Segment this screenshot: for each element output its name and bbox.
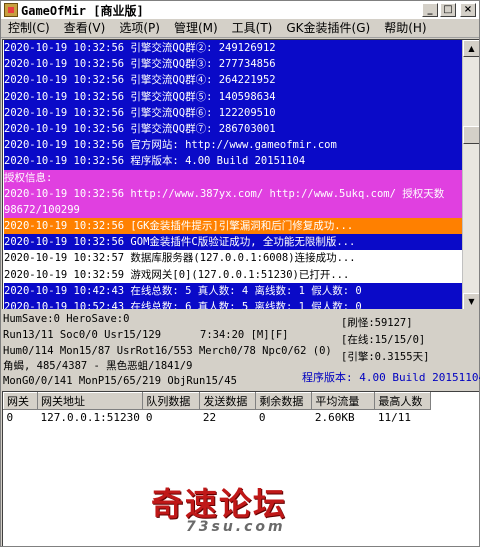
run-stats: Run13/11 Soc0/0 Usr15/129	[3, 329, 162, 341]
minimize-button[interactable]: _	[422, 3, 438, 17]
log-line: 授权信息:	[4, 169, 462, 186]
log-line: 2020-10-19 10:52:43 在线总数: 6 真人数: 5 离线数: …	[4, 299, 462, 309]
log-line: 2020-10-19 10:32:57 数据库服务器(127.0.0.1:600…	[4, 250, 462, 267]
cell-remaining-data: 0	[258, 411, 266, 425]
menu-manage[interactable]: 管理(M)	[167, 19, 225, 37]
cell-queue-data: 0	[145, 411, 153, 425]
log-panel[interactable]: 2020-10-19 10:32:56 引擎交流QQ群②: 249126912 2…	[2, 39, 479, 309]
col-gateway-address[interactable]: 网关地址	[36, 392, 144, 410]
server-time: 7:34:20 [M][F]	[200, 329, 289, 341]
menu-help[interactable]: 帮助(H)	[377, 19, 433, 37]
maximize-button[interactable]: □	[440, 3, 456, 17]
cell-gateway-address: 127.0.0.1:51230	[40, 411, 140, 425]
log-line: 2020-10-19 10:32:56 [GK金装插件提示]引擎漏洞和后门修复成…	[4, 218, 462, 235]
col-max-users[interactable]: 最高人数	[374, 392, 432, 410]
col-remaining-data[interactable]: 剩余数据	[255, 392, 313, 410]
mon-stats: MonG0/0/141 MonP15/65/219 ObjRun15/45	[3, 375, 237, 387]
menu-control[interactable]: 控制(C)	[1, 19, 57, 37]
version-label: 程序版本: 4.00 Build 20151104	[302, 371, 480, 384]
scroll-down-icon[interactable]: ▼	[463, 293, 479, 309]
scroll-thumb[interactable]	[463, 126, 479, 144]
log-line: 2020-10-19 10:32:56 GOM金装插件C版验证成功, 全功能无限…	[4, 234, 462, 251]
menu-view[interactable]: 查看(V)	[57, 19, 113, 37]
hum-stats: Hum0/114 Mon15/87 UsrRot16/553 Merch0/78…	[3, 345, 332, 357]
log-line: 2020-10-19 10:42:43 在线总数: 5 真人数: 4 离线数: …	[4, 282, 462, 300]
window-title: GameOfMir [商业版]	[21, 3, 144, 18]
watermark: 奇速论坛 73su.com	[151, 479, 361, 539]
log-line: 2020-10-19 10:32:56 程序版本: 4.00 Build 201…	[4, 153, 462, 170]
log-line: 2020-10-19 10:32:56 引擎交流QQ群⑤: 140598634	[4, 88, 462, 105]
menu-options[interactable]: 选项(P)	[112, 19, 167, 37]
close-button[interactable]: ×	[460, 3, 476, 17]
log-lines: 2020-10-19 10:32:56 引擎交流QQ群②: 249126912 2…	[4, 40, 462, 309]
cell-avg-traffic: 2.60KB	[314, 411, 355, 425]
role-info: 角蝎, 485/4387 - 黑色恶蛆/1841/9	[3, 360, 193, 372]
log-line: 2020-10-19 10:32:56 引擎交流QQ群③: 277734856	[4, 56, 462, 73]
log-line: 2020-10-19 10:32:56 官方网站: http://www.gam…	[4, 137, 462, 154]
col-avg-traffic[interactable]: 平均流量	[311, 392, 376, 410]
cell-max-users: 11/11	[377, 411, 411, 425]
log-line: 2020-10-19 10:32:56 http://www.387yx.com…	[4, 185, 462, 219]
status-panel: HumSave:0 HeroSave:0 Run13/11 Soc0/0 Usr…	[2, 311, 480, 391]
scroll-up-icon[interactable]: ▲	[463, 40, 479, 57]
log-line: 2020-10-19 10:32:56 引擎交流QQ群⑦: 286703001	[4, 120, 462, 138]
engine-uptime: [引擎:0.3155天]	[341, 351, 430, 363]
log-line: 2020-10-19 10:32:56 引擎交流QQ群②: 249126912	[4, 40, 462, 57]
menu-gk-plugin[interactable]: GK金装插件(G)	[279, 19, 377, 37]
menu-bar: 控制(C) 查看(V) 选项(P) 管理(M) 工具(T) GK金装插件(G) …	[1, 19, 479, 38]
cell-sent-data: 22	[202, 411, 217, 425]
log-line: 2020-10-19 10:32:56 引擎交流QQ群④: 264221952	[4, 72, 462, 89]
app-window: GameOfMir [商业版] _ □ × 控制(C) 查看(V) 选项(P) …	[0, 0, 480, 547]
log-scrollbar[interactable]: ▲ ▼	[462, 40, 479, 309]
menu-tools[interactable]: 工具(T)	[225, 19, 280, 37]
humsave-text: HumSave:0 HeroSave:0	[3, 313, 130, 325]
app-logo-icon[interactable]	[4, 3, 18, 17]
col-gateway[interactable]: 网关	[3, 392, 38, 410]
cell-gateway: 0	[6, 411, 14, 425]
table-row[interactable]: 0 127.0.0.1:51230 0 22 0 2.60KB 11/11	[4, 410, 431, 426]
online-counter: [在线:15/15/0]	[341, 334, 426, 346]
refresh-counter: [刷怪:59127]	[341, 317, 413, 329]
table-header-row: 网关 网关地址 队列数据 发送数据 剩余数据 平均流量 最高人数	[3, 392, 432, 410]
log-line: 2020-10-19 10:32:59 游戏网关[0](127.0.0.1:51…	[4, 266, 462, 283]
col-queue-data[interactable]: 队列数据	[142, 392, 201, 410]
title-bar[interactable]: GameOfMir [商业版] _ □ ×	[1, 1, 479, 19]
log-line: 2020-10-19 10:32:56 引擎交流QQ群⑥: 122209510	[4, 104, 462, 121]
watermark-url: 73su.com	[186, 519, 286, 535]
col-sent-data[interactable]: 发送数据	[199, 392, 257, 410]
